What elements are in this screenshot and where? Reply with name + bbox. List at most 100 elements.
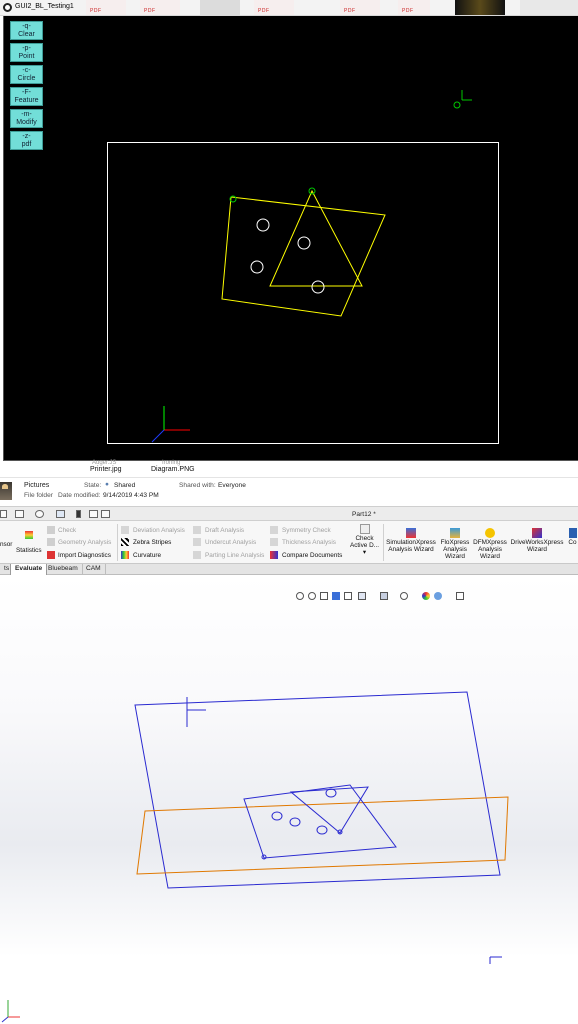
modified-label: Date modified: bbox=[58, 492, 101, 499]
deviation-analysis-icon bbox=[121, 526, 129, 534]
symmetry-check-button[interactable]: Symmetry Check bbox=[282, 527, 331, 534]
modified-value: 9/14/2019 4:43 PM bbox=[103, 492, 159, 499]
file-item-printer[interactable]: Printer.jpg bbox=[90, 466, 122, 473]
simulationxpress-button[interactable]: SimulationXpress Analysis Wizard bbox=[385, 528, 437, 553]
sketch-hole[interactable] bbox=[271, 811, 283, 821]
geometry-analysis-icon bbox=[47, 538, 55, 546]
axis-triad-icon bbox=[151, 406, 190, 443]
dfmxpress-button[interactable]: DFMXpress Analysis Wizard bbox=[472, 528, 508, 560]
select-icon[interactable] bbox=[56, 510, 65, 518]
file-list-row: Auger.JS Ironing Printer.jpg Diagram.PNG bbox=[80, 460, 500, 477]
check-active-document-button[interactable]: Check Active D... ▾ bbox=[348, 524, 381, 556]
undercut-analysis-button[interactable]: Undercut Analysis bbox=[205, 539, 256, 546]
sketch-hole[interactable] bbox=[316, 825, 328, 835]
compare-documents-button[interactable]: Compare Documents bbox=[282, 552, 342, 559]
shared-with-value: Everyone bbox=[218, 482, 246, 489]
dropdown-arrow-icon[interactable]: ▾ bbox=[363, 549, 366, 556]
thumbnail-2: PDF bbox=[140, 0, 180, 15]
zebra-stripes-button[interactable]: Zebra Stripes bbox=[133, 539, 171, 546]
deviation-analysis-button[interactable]: Deviation Analysis bbox=[133, 527, 185, 534]
tab-cam[interactable]: CAM bbox=[82, 564, 106, 575]
import-diagnostics-icon bbox=[47, 551, 55, 559]
import-diagnostics-button[interactable]: Import Diagnostics bbox=[58, 552, 111, 559]
circle-button[interactable]: -c- Circle bbox=[10, 65, 43, 84]
sensor-button-cut[interactable]: nsor bbox=[0, 541, 12, 548]
print-icon[interactable] bbox=[15, 510, 24, 518]
shared-with-label: Shared with: bbox=[179, 482, 216, 489]
tab-bluebeam[interactable]: Bluebeam bbox=[44, 564, 83, 575]
statistics-button[interactable]: Statistics bbox=[16, 547, 42, 554]
file-item-diagram[interactable]: Diagram.PNG bbox=[151, 466, 195, 473]
modify-button[interactable]: -m- Modify bbox=[10, 109, 43, 128]
driveworksxpress-icon bbox=[532, 528, 542, 538]
costing-button-cut[interactable]: Co bbox=[567, 528, 578, 546]
state-label: State: bbox=[84, 482, 102, 489]
folder-thumbnail-icon bbox=[0, 482, 12, 500]
statistics-icon bbox=[25, 531, 33, 539]
dfmxpress-icon bbox=[485, 528, 495, 538]
command-manager-tabs: ts Evaluate Bluebeam CAM bbox=[0, 564, 578, 575]
thumbnail-5: PDF bbox=[340, 0, 380, 15]
undercut-analysis-icon bbox=[193, 538, 201, 546]
solidworks-title-bar: Part12 * bbox=[0, 506, 578, 521]
check-active-document-icon bbox=[359, 524, 370, 534]
drawing-frame bbox=[107, 142, 499, 444]
check-icon bbox=[47, 526, 55, 534]
details-pane: Pictures State: ● Shared Shared with: Ev… bbox=[0, 477, 578, 505]
curvature-icon bbox=[121, 551, 129, 559]
curvature-button[interactable]: Curvature bbox=[133, 552, 161, 559]
hole-circle[interactable] bbox=[311, 280, 325, 294]
driveworksxpress-button[interactable]: DriveWorksXpress Wizard bbox=[509, 528, 565, 553]
sketch-hole[interactable] bbox=[325, 788, 337, 798]
thumbnail-7 bbox=[455, 0, 505, 15]
origin-marker-icon bbox=[453, 90, 472, 109]
clear-button[interactable]: -q- Clear bbox=[10, 21, 43, 40]
window-title: GUI2_BL_Testing1 bbox=[15, 3, 74, 10]
parting-line-analysis-icon bbox=[193, 551, 201, 559]
thumbnail-3 bbox=[200, 0, 240, 15]
model-view[interactable] bbox=[0, 575, 578, 1024]
tab-evaluate[interactable]: Evaluate bbox=[10, 564, 48, 575]
geometry-analysis-button[interactable]: Geometry Analysis bbox=[58, 539, 111, 546]
view-triad-icon bbox=[1, 1000, 20, 1023]
background-window-strip: PDF PDF PDF PDF PDF bbox=[0, 0, 578, 16]
file-properties-icon[interactable] bbox=[89, 510, 98, 518]
orange-plane[interactable] bbox=[136, 796, 509, 875]
folder-name: Pictures bbox=[24, 482, 50, 489]
traffic-light-icon[interactable] bbox=[76, 510, 81, 518]
feature-triangle[interactable] bbox=[269, 189, 363, 287]
thickness-analysis-button[interactable]: Thickness Analysis bbox=[282, 539, 336, 546]
parting-line-analysis-button[interactable]: Parting Line Analysis bbox=[205, 552, 264, 559]
shared-people-icon: ● bbox=[105, 481, 109, 488]
draft-analysis-button[interactable]: Draft Analysis bbox=[205, 527, 244, 534]
separator bbox=[117, 524, 118, 561]
thumbnail-8 bbox=[520, 0, 578, 15]
hole-circle[interactable] bbox=[297, 236, 311, 250]
check-button[interactable]: Check bbox=[58, 527, 76, 534]
part-title: Part12 * bbox=[352, 511, 376, 518]
hole-circle[interactable] bbox=[256, 218, 270, 232]
sketch-hole[interactable] bbox=[289, 817, 301, 827]
separator bbox=[383, 524, 384, 561]
feature-button[interactable]: -F- Feature bbox=[10, 87, 43, 106]
floxpress-button[interactable]: FloXpress Analysis Wizard bbox=[438, 528, 472, 560]
thumbnail-1: PDF bbox=[86, 0, 126, 15]
draft-analysis-icon bbox=[193, 526, 201, 534]
sketch-drawing[interactable] bbox=[4, 16, 578, 461]
undo-icon[interactable] bbox=[35, 510, 44, 518]
hole-circle[interactable] bbox=[250, 260, 264, 274]
sketch-rectangle[interactable] bbox=[243, 784, 397, 859]
feature-rectangle[interactable] bbox=[221, 196, 386, 317]
thumbnail-6: PDF bbox=[398, 0, 430, 15]
plane-corner-marker bbox=[186, 697, 206, 727]
pdf-button[interactable]: -z-pdf bbox=[10, 131, 43, 150]
command-manager: nsor Statistics Check Geometry Analysis … bbox=[0, 521, 578, 564]
sketch-canvas[interactable]: -q- Clear -p- Point -c- Circle -F- Feature -… bbox=[3, 16, 578, 461]
folder-type: File folder bbox=[24, 492, 53, 499]
thumbnail-4: PDF bbox=[254, 0, 294, 15]
point-button[interactable]: -p- Point bbox=[10, 43, 43, 62]
compare-documents-icon bbox=[270, 551, 278, 559]
settings-icon[interactable] bbox=[101, 510, 110, 518]
options-icon[interactable] bbox=[0, 510, 7, 518]
state-value: Shared bbox=[114, 482, 136, 489]
